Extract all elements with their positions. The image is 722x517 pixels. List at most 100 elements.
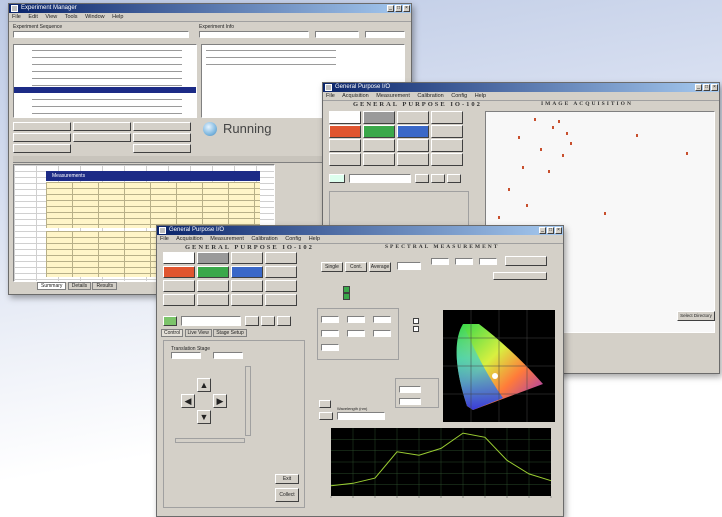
param-field-7[interactable] xyxy=(321,344,339,351)
menu-help[interactable]: Help xyxy=(309,236,320,242)
param-field-4[interactable] xyxy=(321,330,339,337)
io-button-4[interactable] xyxy=(431,111,463,124)
sheet-tab-details[interactable]: Details xyxy=(67,282,92,290)
menu-file[interactable]: File xyxy=(160,236,169,242)
io-blue-button[interactable] xyxy=(397,125,429,138)
sheet-tab-summary[interactable]: Summary xyxy=(37,282,67,290)
path-button[interactable] xyxy=(163,316,177,326)
mode-cont-button[interactable]: Cont. xyxy=(345,262,367,272)
menu-edit[interactable]: Edit xyxy=(28,14,37,20)
close-icon[interactable]: × xyxy=(711,84,718,91)
stage-right-button[interactable]: ▶ xyxy=(213,394,227,408)
io-button-9[interactable] xyxy=(163,280,195,292)
sequence-button-1[interactable] xyxy=(13,122,71,131)
io-button-13[interactable] xyxy=(329,153,361,166)
path-button-2[interactable] xyxy=(245,316,259,326)
maximize-icon[interactable]: □ xyxy=(395,5,402,12)
param-field-5[interactable] xyxy=(347,330,365,337)
io-button-14[interactable] xyxy=(197,294,229,306)
menu-file[interactable]: File xyxy=(12,14,21,20)
sequence-button-2[interactable] xyxy=(73,122,131,131)
result-field-1[interactable] xyxy=(399,386,421,393)
sequence-path-field[interactable] xyxy=(13,31,189,38)
mode-single-button[interactable]: Single xyxy=(321,262,343,272)
tab-live-view[interactable]: Live View xyxy=(184,329,212,337)
menu-measurement[interactable]: Measurement xyxy=(376,93,410,99)
io-button-10[interactable] xyxy=(363,139,395,152)
io-button-12[interactable] xyxy=(265,280,297,292)
path-button-3[interactable] xyxy=(261,316,275,326)
io-button-2[interactable] xyxy=(363,111,395,124)
io-button-11[interactable] xyxy=(231,280,263,292)
param-field-3[interactable] xyxy=(373,316,391,323)
menu-help[interactable]: Help xyxy=(475,93,486,99)
sequence-button-3[interactable] xyxy=(133,122,191,131)
menu-config[interactable]: Config xyxy=(285,236,301,242)
io-button-8[interactable] xyxy=(431,125,463,138)
menu-config[interactable]: Config xyxy=(451,93,467,99)
sequence-button-5[interactable] xyxy=(73,133,131,142)
wavelength-select[interactable] xyxy=(337,412,385,420)
io-red-button[interactable] xyxy=(329,125,361,138)
stage-up-button[interactable]: ▲ xyxy=(197,378,211,392)
io-button-14[interactable] xyxy=(363,153,395,166)
param-field-6[interactable] xyxy=(373,330,391,337)
io-red-button[interactable] xyxy=(163,266,195,278)
stage-x-field[interactable] xyxy=(171,352,201,359)
param-field-2[interactable] xyxy=(347,316,365,323)
io-green-button[interactable] xyxy=(197,266,229,278)
tab-control[interactable]: Control xyxy=(161,329,184,337)
sequence-button-6[interactable] xyxy=(133,133,191,142)
path-button-4[interactable] xyxy=(277,316,291,326)
mode-average-button[interactable]: Average xyxy=(369,262,391,272)
io-button-16[interactable] xyxy=(265,294,297,306)
setting-field-4[interactable] xyxy=(479,258,497,265)
menu-help[interactable]: Help xyxy=(112,14,123,20)
scale-button[interactable] xyxy=(319,400,331,408)
path-button-2[interactable] xyxy=(415,174,429,183)
setting-field-1[interactable] xyxy=(397,262,421,270)
maximize-icon[interactable]: □ xyxy=(703,84,710,91)
io-blue-button[interactable] xyxy=(231,266,263,278)
menu-calibration[interactable]: Calibration xyxy=(251,236,277,242)
sequence-button-4[interactable] xyxy=(13,133,71,142)
selected-list-item[interactable] xyxy=(14,87,196,93)
window-title-bar[interactable]: General Purpose I/O _ □ × xyxy=(157,226,563,235)
menu-acquisition[interactable]: Acquisition xyxy=(176,236,203,242)
sheet-tab-results[interactable]: Results xyxy=(92,282,118,290)
io-button-15[interactable] xyxy=(231,294,263,306)
io-button-15[interactable] xyxy=(397,153,429,166)
info-field-3[interactable] xyxy=(365,31,405,38)
menu-measurement[interactable]: Measurement xyxy=(210,236,244,242)
stage-down-button[interactable]: ▼ xyxy=(197,410,211,424)
io-green-button[interactable] xyxy=(363,125,395,138)
close-icon[interactable]: × xyxy=(403,5,410,12)
path-button-4[interactable] xyxy=(447,174,461,183)
sequence-button-8[interactable] xyxy=(133,144,191,153)
x-slider-track[interactable] xyxy=(175,438,245,443)
minimize-icon[interactable]: _ xyxy=(539,227,546,234)
path-button[interactable] xyxy=(329,174,345,183)
result-field-2[interactable] xyxy=(399,398,421,405)
io-button-4[interactable] xyxy=(265,252,297,264)
menu-window[interactable]: Window xyxy=(85,14,105,20)
io-button-9[interactable] xyxy=(329,139,361,152)
io-button-3[interactable] xyxy=(397,111,429,124)
spectral-action-button[interactable] xyxy=(505,256,547,266)
io-button-1[interactable] xyxy=(329,111,361,124)
spectral-option-button[interactable] xyxy=(493,272,547,280)
menu-view[interactable]: View xyxy=(45,14,57,20)
sequence-list[interactable] xyxy=(13,44,197,118)
menu-calibration[interactable]: Calibration xyxy=(417,93,443,99)
stage-y-field[interactable] xyxy=(213,352,243,359)
menu-file[interactable]: File xyxy=(326,93,335,99)
close-icon[interactable]: × xyxy=(555,227,562,234)
path-button-3[interactable] xyxy=(431,174,445,183)
io-button-1[interactable] xyxy=(163,252,195,264)
io-button-16[interactable] xyxy=(431,153,463,166)
path-field[interactable] xyxy=(181,316,241,326)
setting-field-3[interactable] xyxy=(455,258,473,265)
menu-tools[interactable]: Tools xyxy=(65,14,78,20)
z-slider-track[interactable] xyxy=(245,366,251,436)
info-field-2[interactable] xyxy=(315,31,359,38)
